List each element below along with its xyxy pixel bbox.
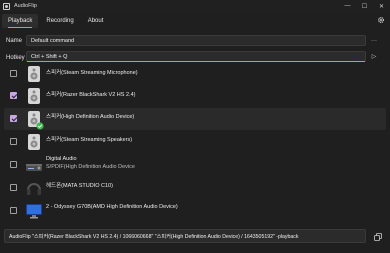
headphones-icon [27,183,41,195]
window-title: AudioFlip [14,3,37,9]
settings-button[interactable] [376,15,386,25]
speaker-icon [28,88,40,104]
title-bar: AudioFlip — ☐ ✕ [0,0,390,12]
device-checkbox[interactable] [10,115,17,122]
hotkey-input[interactable]: Ctrl + Shift + Q [26,51,366,62]
list-item[interactable]: 스피커(Razer BlackShark V2 HS 2.4) [4,85,386,107]
tab-bar: Playback Recording About [0,12,390,30]
device-checkbox[interactable] [10,207,17,214]
app-icon [3,2,10,10]
speaker-icon [28,66,40,82]
device-name: Digital Audio [46,156,77,162]
device-checkbox[interactable] [10,138,17,145]
device-checkbox[interactable] [10,70,17,77]
maximize-button[interactable]: ☐ [356,0,373,12]
close-button[interactable]: ✕ [373,0,390,12]
list-item[interactable]: 스피커(High Definition Audio Device) [4,108,386,130]
list-item[interactable]: 2 - Odyssey G70B(AMD High Definition Aud… [4,200,386,222]
gear-icon [378,17,384,23]
minimize-button[interactable]: — [339,0,356,12]
device-name: 스피커(High Definition Audio Device) [46,114,135,120]
device-subtitle: S/PDIF(High Definition Audio Device [46,164,135,170]
speaker-icon [28,134,40,150]
device-name: 스피커(Steam Streaming Microphone) [46,70,138,76]
hotkey-label: Hotkey [6,55,25,61]
device-name: 2 - Odyssey G70B(AMD High Definition Aud… [46,204,178,210]
name-label: Name [6,38,23,44]
monitor-icon [26,204,42,219]
device-name: 스피커(Steam Streaming Speakers) [46,137,133,143]
device-name: 헤드폰(MATA STUDIO C10) [46,183,113,189]
list-item[interactable]: 스피커(Steam Streaming Microphone) [4,64,386,84]
device-checkbox[interactable] [10,184,17,191]
device-checkbox[interactable] [10,92,17,99]
name-more-button[interactable]: ··· [368,35,380,46]
default-check-icon [36,122,44,130]
tab-playback[interactable]: Playback [2,14,39,28]
device-name: 스피커(Razer BlackShark V2 HS 2.4) [46,92,136,98]
receiver-icon [26,164,42,171]
name-select[interactable]: Default command [26,35,366,46]
play-icon: ▷ [371,54,377,60]
device-checkbox[interactable] [10,161,17,168]
window-controls: — ☐ ✕ [339,0,390,12]
hotkey-value: Ctrl + Shift + Q [31,53,68,60]
list-item[interactable]: 스피커(Steam Streaming Speakers) [4,131,386,153]
copy-icon [374,232,382,241]
command-line-text: AudioFlip "스피커(Razer BlackShark V2 HS 2.… [9,233,299,240]
name-value: Default command [31,37,75,44]
list-item[interactable]: 헤드폰(MATA STUDIO C10) [4,177,386,199]
tab-about[interactable]: About [82,14,110,28]
play-button[interactable]: ▷ [368,51,380,62]
device-list: 스피커(Steam Streaming Microphone) 스피커(Raze… [4,64,386,222]
command-line-field[interactable]: AudioFlip "스피커(Razer BlackShark V2 HS 2.… [4,229,366,243]
list-item[interactable]: Digital Audio S/PDIF(High Definition Aud… [4,154,386,176]
tab-recording[interactable]: Recording [40,14,79,28]
copy-button[interactable] [372,231,384,242]
